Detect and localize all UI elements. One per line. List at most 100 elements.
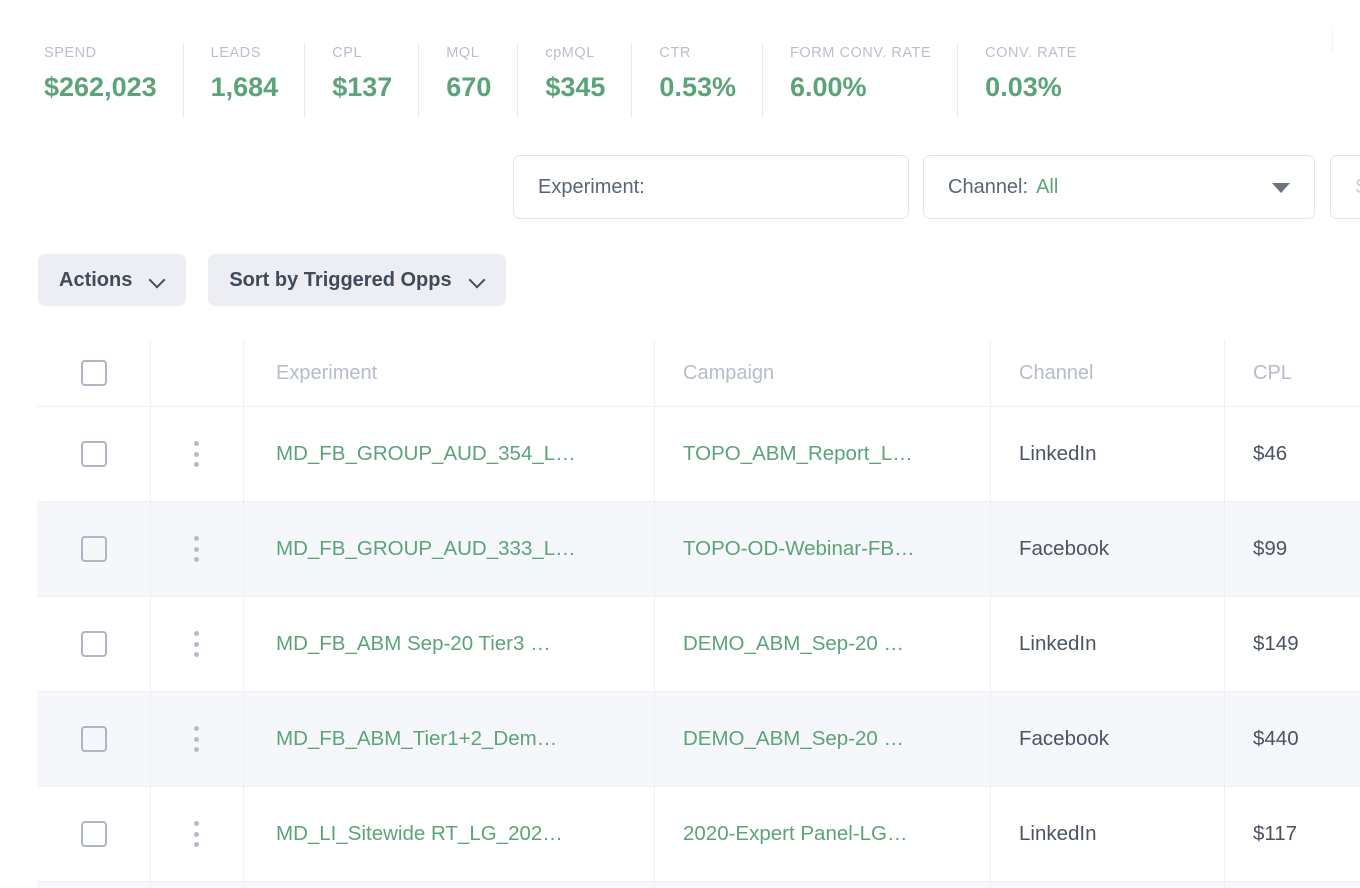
campaign-link[interactable]: DEMO_ABM_Sep-20 … [683, 727, 904, 751]
third-filter[interactable]: S [1330, 155, 1360, 219]
kpi-form-conv-rate-label: FORM CONV. RATE [789, 45, 932, 61]
kebab-menu-icon[interactable] [186, 631, 208, 657]
campaign-link[interactable]: DEMO_ABM_Sep-20 … [683, 632, 904, 656]
kpi-mql: MQL 670 [418, 44, 517, 118]
channel-value: LinkedIn [1019, 822, 1097, 845]
row-channel-cell: LinkedIn [990, 407, 1224, 501]
row-checkbox[interactable] [80, 441, 107, 467]
row-select-cell [37, 882, 150, 888]
actions-button[interactable]: Actions [38, 254, 187, 306]
chevron-down-icon[interactable] [1272, 183, 1290, 193]
kpi-ctr-value: 0.53% [659, 72, 736, 102]
channel-filter-label: Channel: [948, 175, 1029, 198]
table-header-row: Experiment Campaign Channel CPL [37, 340, 1360, 407]
channel-filter[interactable]: Channel: All [923, 155, 1315, 219]
table-toolbar: Actions Sort by Triggered Opps [0, 252, 1360, 308]
header-actions-cell [150, 340, 243, 406]
column-header-campaign[interactable]: Campaign [654, 340, 990, 406]
experiment-link[interactable]: MD_FB_ABM Sep-20 Tier3 … [276, 632, 551, 656]
kpi-cpmql-label: cpMQL [545, 45, 595, 61]
kpi-conv-rate-label: CONV. RATE [985, 45, 1077, 61]
row-campaign-cell: DEMO_ABM_Sep-20 … [654, 692, 990, 786]
row-checkbox[interactable] [80, 821, 107, 847]
campaign-link[interactable]: 2020-Expert Panel-LG… [683, 822, 907, 846]
kpi-cpl-label: CPL [332, 45, 363, 61]
column-header-channel-label: Channel [1019, 361, 1094, 384]
third-filter-label: S [1355, 176, 1360, 199]
column-header-cpl-label: CPL [1253, 361, 1292, 384]
kpi-form-conv-rate: FORM CONV. RATE 6.00% [761, 44, 957, 118]
kebab-menu-icon[interactable] [186, 821, 208, 847]
column-header-cpl[interactable]: CPL [1224, 340, 1360, 406]
kpi-divider-right [1332, 30, 1333, 52]
column-header-experiment-label: Experiment [276, 361, 378, 384]
experiment-link[interactable]: MD_FB_GROUP_AUD_333_L… [276, 537, 576, 561]
chevron-down-icon [470, 273, 485, 288]
row-experiment-cell: MD_LI_Sitewide RT_LG_202… [243, 787, 654, 881]
filter-bar: Experiment: Channel: All S [0, 155, 1360, 223]
experiment-link[interactable]: MD_FB_GROUP_AUD_354_L… [276, 442, 576, 466]
row-checkbox[interactable] [80, 726, 107, 752]
row-cpl-cell: $117 [1224, 787, 1360, 881]
kpi-leads-label: LEADS [210, 45, 261, 61]
channel-value: Facebook [1019, 727, 1110, 750]
kpi-spend-value: $262,023 [44, 72, 157, 102]
row-select-cell [37, 597, 150, 691]
experiment-filter[interactable]: Experiment: [513, 155, 909, 219]
sort-by-button-label: Sort by Triggered Opps [229, 268, 452, 291]
kebab-menu-icon[interactable] [186, 536, 208, 562]
experiment-link[interactable]: MD_FB_ABM_Tier1+2_Dem… [276, 727, 557, 751]
channel-value: LinkedIn [1019, 632, 1097, 655]
row-cpl-cell: $440 [1224, 692, 1360, 786]
kebab-menu-icon[interactable] [186, 441, 208, 467]
row-experiment-cell [243, 882, 654, 888]
campaign-link[interactable]: TOPO_ABM_Report_L… [683, 442, 913, 466]
actions-button-label: Actions [59, 268, 133, 291]
campaign-link[interactable]: TOPO-OD-Webinar-FB… [683, 537, 915, 561]
cpl-value: $117 [1253, 822, 1298, 845]
table-row[interactable]: MD_FB_ABM_Tier1+2_Dem… DEMO_ABM_Sep-20 …… [37, 692, 1360, 787]
cpl-value: $46 [1253, 442, 1288, 465]
row-channel-cell [990, 882, 1224, 888]
table-row-partial[interactable] [37, 882, 1360, 888]
sort-by-button[interactable]: Sort by Triggered Opps [208, 254, 506, 306]
row-actions-cell [150, 597, 243, 691]
channel-value: Facebook [1019, 537, 1110, 560]
row-checkbox[interactable] [80, 631, 107, 657]
row-actions-cell [150, 787, 243, 881]
experiment-filter-label: Experiment: [538, 175, 645, 198]
kpi-summary-bar: SPEND $262,023 LEADS 1,684 CPL $137 MQL … [0, 0, 1360, 140]
table-row[interactable]: MD_FB_ABM Sep-20 Tier3 … DEMO_ABM_Sep-20… [37, 597, 1360, 692]
column-header-channel[interactable]: Channel [990, 340, 1224, 406]
row-checkbox[interactable] [80, 536, 107, 562]
row-campaign-cell: TOPO-OD-Webinar-FB… [654, 502, 990, 596]
experiments-table: Experiment Campaign Channel CPL MD_FB_GR… [37, 340, 1360, 888]
row-channel-cell: Facebook [990, 502, 1224, 596]
table-row[interactable]: MD_FB_GROUP_AUD_354_L… TOPO_ABM_Report_L… [37, 407, 1360, 502]
cpl-value: $440 [1253, 727, 1299, 750]
channel-value: LinkedIn [1019, 442, 1097, 465]
kpi-leads-value: 1,684 [210, 72, 279, 102]
select-all-checkbox[interactable] [80, 360, 107, 386]
row-cpl-cell: $149 [1224, 597, 1360, 691]
kpi-cpl-value: $137 [332, 72, 393, 102]
kpi-conv-rate-value: 0.03% [985, 72, 1062, 102]
row-experiment-cell: MD_FB_ABM_Tier1+2_Dem… [243, 692, 654, 786]
kebab-menu-icon[interactable] [186, 726, 208, 752]
row-campaign-cell: 2020-Expert Panel-LG… [654, 787, 990, 881]
column-header-campaign-label: Campaign [683, 361, 775, 384]
row-channel-cell: LinkedIn [990, 597, 1224, 691]
row-experiment-cell: MD_FB_GROUP_AUD_354_L… [243, 407, 654, 501]
row-channel-cell: LinkedIn [990, 787, 1224, 881]
table-row[interactable]: MD_FB_GROUP_AUD_333_L… TOPO-OD-Webinar-F… [37, 502, 1360, 597]
kpi-ctr-label: CTR [659, 45, 691, 61]
table-row[interactable]: MD_LI_Sitewide RT_LG_202… 2020-Expert Pa… [37, 787, 1360, 882]
kpi-mql-label: MQL [446, 45, 480, 61]
row-select-cell [37, 407, 150, 501]
experiment-link[interactable]: MD_LI_Sitewide RT_LG_202… [276, 822, 563, 846]
kpi-spend-label: SPEND [44, 45, 97, 61]
kpi-leads: LEADS 1,684 [182, 44, 305, 118]
kpi-spend: SPEND $262,023 [44, 44, 183, 118]
column-header-experiment[interactable]: Experiment [243, 340, 654, 406]
row-actions-cell [150, 692, 243, 786]
